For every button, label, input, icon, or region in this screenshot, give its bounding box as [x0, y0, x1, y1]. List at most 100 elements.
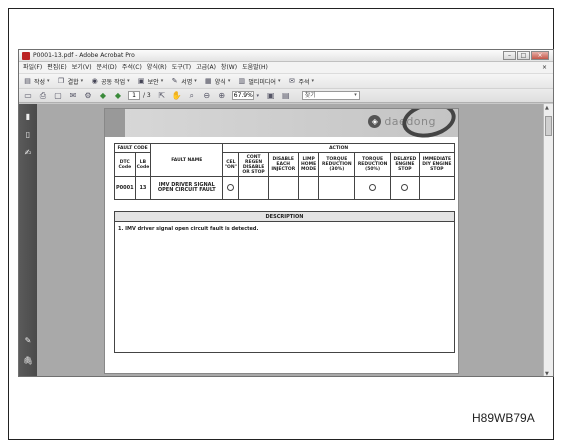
bookmarks-icon[interactable]: ▯	[23, 130, 33, 140]
chevron-down-icon: ▾	[227, 78, 231, 84]
sign-button[interactable]: ✎ 서명 ▾	[170, 77, 197, 86]
action-col-cont-regen: CONT REGEN DISABLE OR STOP	[238, 152, 269, 177]
lb-code-header: LB Code	[134, 152, 152, 177]
fault-name-cell: IMV DRIVER SIGNAL OPEN CIRCUIT FAULT	[150, 176, 224, 200]
figure-caption: H89WB79A	[472, 411, 535, 425]
document-close-icon[interactable]: ×	[542, 62, 547, 73]
action-mark-cell	[222, 176, 240, 200]
menu-bar: 파일(F) 편집(E) 보기(V) 문서(D) 주석(C) 양식(R) 도구(T…	[19, 62, 553, 73]
multimedia-button[interactable]: ▥ 멀티미디어 ▾	[237, 76, 281, 86]
page-banner: ◈ daedong	[105, 109, 458, 143]
navigation-toolbar: ▭ ⎙ ▢ ✉ ⚙ ◆ ◆ 1 / 3 ⇱ ✋ ⌕ ⊖ ⊕ 67.9% ▾ ▣ …	[19, 88, 553, 103]
action-col-disable-injector: DISABLE EACH INJECTOR	[267, 152, 299, 177]
scroll-up-icon[interactable]: ▲	[545, 105, 549, 111]
action-mark-cell	[297, 176, 320, 200]
comments-panel-icon[interactable]: ✎	[23, 336, 33, 346]
zoom-level-input[interactable]: 67.9%	[231, 91, 254, 100]
chevron-down-icon: ▾	[47, 78, 50, 84]
maximize-button[interactable]: □	[517, 51, 530, 60]
chevron-down-icon: ▾	[80, 78, 84, 84]
menu-advanced[interactable]: 고급(A)	[196, 62, 216, 73]
secure-button[interactable]: ▣ 보안 ▾	[137, 76, 164, 86]
action-mark-cell	[418, 176, 456, 200]
save-icon[interactable]: ▢	[53, 91, 63, 101]
menu-edit[interactable]: 편집(E)	[47, 62, 67, 73]
email-icon[interactable]: ✉	[68, 91, 78, 101]
action-col-cel-on: CEL "ON"	[222, 152, 240, 177]
next-page-icon[interactable]: ◆	[113, 91, 123, 101]
action-col-torque-50: TORQUE REDUCTION (50%)	[354, 152, 391, 177]
dtc-code-cell: P0001	[114, 176, 136, 200]
lock-icon: ▣	[137, 76, 145, 85]
scroll-thumb[interactable]	[545, 116, 552, 136]
vertical-scrollbar[interactable]: ▲ ▼	[543, 104, 553, 376]
menu-document[interactable]: 문서(D)	[97, 62, 117, 73]
marquee-zoom-icon[interactable]: ⌕	[187, 91, 197, 101]
collaborate-button[interactable]: ◉ 공동 작업 ▾	[90, 77, 130, 86]
menu-tools[interactable]: 도구(T)	[172, 62, 191, 73]
zoom-out-icon[interactable]: ⊖	[202, 91, 212, 101]
menu-forms[interactable]: 양식(R)	[147, 62, 167, 73]
open-folder-icon[interactable]: ▭	[23, 91, 33, 101]
chevron-down-icon: ▾	[311, 78, 315, 84]
action-applied-mark	[227, 183, 235, 191]
hand-tool-icon[interactable]: ✋	[172, 91, 182, 101]
fit-page-icon[interactable]: ▣	[266, 91, 276, 101]
settings-icon[interactable]: ⚙	[83, 91, 93, 101]
menu-file[interactable]: 파일(F)	[23, 62, 42, 73]
acrobat-app-icon	[22, 52, 30, 60]
title-bar: P0001-13.pdf - Adobe Acrobat Pro – □ ×	[19, 50, 553, 62]
comment-icon: ✉	[289, 76, 295, 85]
select-tool-icon[interactable]: ⇱	[157, 91, 167, 101]
menu-view[interactable]: 보기(V)	[72, 62, 92, 73]
zoom-in-icon[interactable]: ⊕	[217, 91, 227, 101]
menu-window[interactable]: 창(W)	[221, 62, 237, 73]
action-applied-mark	[369, 183, 377, 191]
fault-code-table: FAULT CODE FAULT NAME ACTION DTC Code LB…	[113, 143, 456, 200]
menu-help[interactable]: 도움말(H)	[242, 62, 268, 73]
fault-name-header: FAULT NAME	[150, 143, 224, 177]
forms-button[interactable]: ▦ 양식 ▾	[204, 76, 231, 86]
tasks-toolbar: ▤ 작성 ▾ ❐ 결합 ▾ ◉ 공동 작업 ▾ ▣ 보안 ▾ ✎ 서명 ▾ ▦ 양식 ▾ ▥ 멀티미디어 ▾…	[19, 73, 553, 88]
comment-button[interactable]: ✉ 주석 ▾	[287, 77, 314, 86]
dtc-code-header: DTC Code	[114, 152, 136, 177]
action-col-delayed-stop: DELAYED ENGINE STOP	[390, 152, 420, 177]
create-button[interactable]: ▤ 작성 ▾	[23, 77, 50, 86]
chevron-down-icon[interactable]: ▾	[255, 91, 261, 101]
action-col-torque-30: TORQUE REDUCTION (30%)	[318, 152, 356, 177]
description-text: 1. IMV driver signal open circuit fault …	[118, 226, 259, 232]
menu-comments[interactable]: 주석(C)	[122, 62, 142, 73]
description-header: DESCRIPTION	[115, 212, 454, 222]
fit-width-icon[interactable]: ▤	[281, 91, 291, 101]
action-mark-cell	[238, 176, 269, 200]
print-icon[interactable]: ⎙	[38, 91, 48, 101]
forms-icon: ▦	[204, 76, 212, 85]
chevron-down-icon: ▾	[277, 78, 281, 84]
collaborate-icon: ◉	[91, 76, 98, 85]
action-mark-cell	[267, 176, 299, 200]
window-title: P0001-13.pdf - Adobe Acrobat Pro	[33, 52, 135, 59]
minimize-button[interactable]: –	[503, 51, 516, 60]
page-number-input[interactable]: 1	[128, 91, 140, 100]
logo-emblem-icon: ◈	[368, 115, 382, 128]
attachments-icon[interactable]: 🖇	[23, 356, 33, 366]
previous-page-icon[interactable]: ◆	[98, 91, 108, 101]
chevron-down-icon: ▾	[127, 78, 130, 84]
signatures-icon[interactable]: ✍	[23, 148, 33, 158]
description-box: DESCRIPTION 1. IMV driver signal open ci…	[114, 211, 455, 353]
scroll-down-icon[interactable]: ▼	[545, 371, 549, 376]
combine-button[interactable]: ❐ 결합 ▾	[57, 76, 84, 86]
fault-code-header: FAULT CODE	[113, 143, 152, 153]
pages-icon[interactable]: ▮	[23, 112, 33, 122]
pen-icon: ✎	[171, 76, 178, 85]
close-button[interactable]: ×	[531, 51, 549, 60]
action-col-immediate-stop: IMMEDIATE DIY ENGINE STOP	[418, 152, 456, 177]
action-header: ACTION	[222, 143, 455, 153]
action-col-limp-home: LIMP HOME MODE	[297, 152, 320, 177]
film-icon: ▥	[238, 76, 246, 85]
chevron-down-icon: ▾	[194, 78, 197, 84]
chevron-down-icon: ▾	[160, 78, 164, 84]
find-input[interactable]: 찾기	[301, 91, 360, 100]
combine-icon: ❐	[57, 76, 65, 85]
action-mark-cell	[390, 176, 420, 200]
